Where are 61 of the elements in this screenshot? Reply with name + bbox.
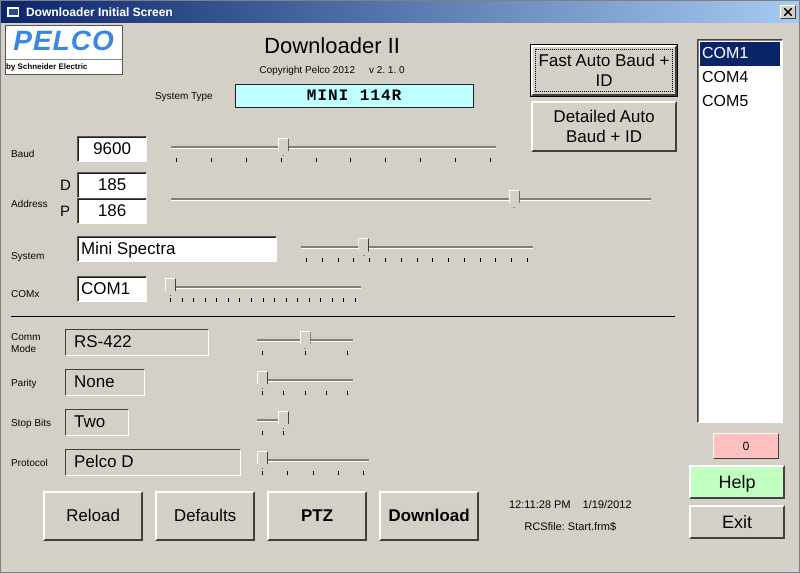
exit-button[interactable]: Exit: [689, 505, 785, 539]
copyright-text: Copyright Pelco 2012: [259, 65, 356, 76]
rcs-file-text: RCSfile: Start.frm$: [524, 521, 616, 533]
setting-display: None: [65, 369, 145, 396]
date-text: 1/19/2012: [582, 499, 632, 511]
auto-baud-button[interactable]: Fast Auto Baud + ID: [531, 45, 677, 96]
setting-field[interactable]: 186: [77, 198, 147, 224]
counter-display: 0: [713, 433, 779, 459]
slider-thumb[interactable]: [278, 411, 289, 429]
com-port-list[interactable]: COM1 COM4 COM5: [697, 39, 783, 423]
slider[interactable]: [257, 369, 353, 397]
setting-field[interactable]: COM1: [77, 276, 147, 302]
setting-label: Parity: [10, 378, 38, 390]
slider[interactable]: [257, 449, 369, 477]
slider-thumb[interactable]: [165, 278, 176, 296]
slider-thumb[interactable]: [278, 138, 289, 156]
com-port-item[interactable]: COM1: [700, 42, 780, 66]
close-icon: [784, 8, 792, 16]
setting-label: Address: [10, 198, 49, 210]
slider-thumb[interactable]: [257, 371, 268, 389]
action-button[interactable]: Reload: [43, 491, 143, 541]
slider-thumb[interactable]: [257, 451, 268, 469]
system-type-label: System Type: [155, 90, 214, 102]
slider-thumb[interactable]: [300, 331, 310, 349]
auto-baud-button[interactable]: Detailed Auto Baud + ID: [531, 101, 677, 152]
slider-thumb[interactable]: [358, 238, 370, 256]
setting-label: Baud: [10, 148, 36, 160]
version-text: v 2. 1. 0: [369, 65, 405, 76]
setting-label: Stop Bits: [10, 418, 52, 430]
setting-field[interactable]: 9600: [77, 136, 147, 162]
setting-display: Pelco D: [65, 449, 241, 476]
window-title: Downloader Initial Screen: [26, 5, 174, 19]
slider[interactable]: [257, 409, 289, 437]
system-type-display: MINI 114R: [235, 84, 474, 108]
action-button[interactable]: Defaults: [155, 491, 255, 541]
com-port-item[interactable]: COM4: [700, 66, 780, 90]
field-prefix: D: [60, 176, 71, 194]
slider[interactable]: [301, 236, 533, 264]
app-title: Downloader II: [264, 33, 400, 59]
action-button[interactable]: Download: [379, 491, 479, 541]
com-port-item[interactable]: COM5: [700, 90, 780, 114]
close-button[interactable]: [780, 5, 796, 19]
slider-thumb[interactable]: [508, 190, 520, 208]
logo-tagline: by Schneider Electric: [6, 61, 88, 73]
field-prefix: P: [60, 202, 70, 220]
setting-label: System: [10, 250, 46, 262]
setting-display: RS-422: [65, 329, 209, 356]
slider[interactable]: [257, 329, 353, 357]
setting-field[interactable]: Mini Spectra: [77, 236, 277, 262]
time-text: 12:11:28 PM: [509, 499, 571, 511]
help-button[interactable]: Help: [689, 465, 785, 499]
setting-label: Protocol: [10, 458, 49, 470]
slider[interactable]: [165, 276, 361, 304]
slider[interactable]: [171, 136, 496, 164]
setting-display: Two: [65, 409, 129, 436]
action-button[interactable]: PTZ: [267, 491, 367, 541]
app-icon: [7, 6, 21, 18]
setting-field[interactable]: 185: [77, 172, 147, 198]
logo-brand: PELCO: [6, 26, 122, 60]
setting-label: COMx: [10, 288, 40, 300]
setting-label: Comm Mode: [10, 332, 42, 356]
